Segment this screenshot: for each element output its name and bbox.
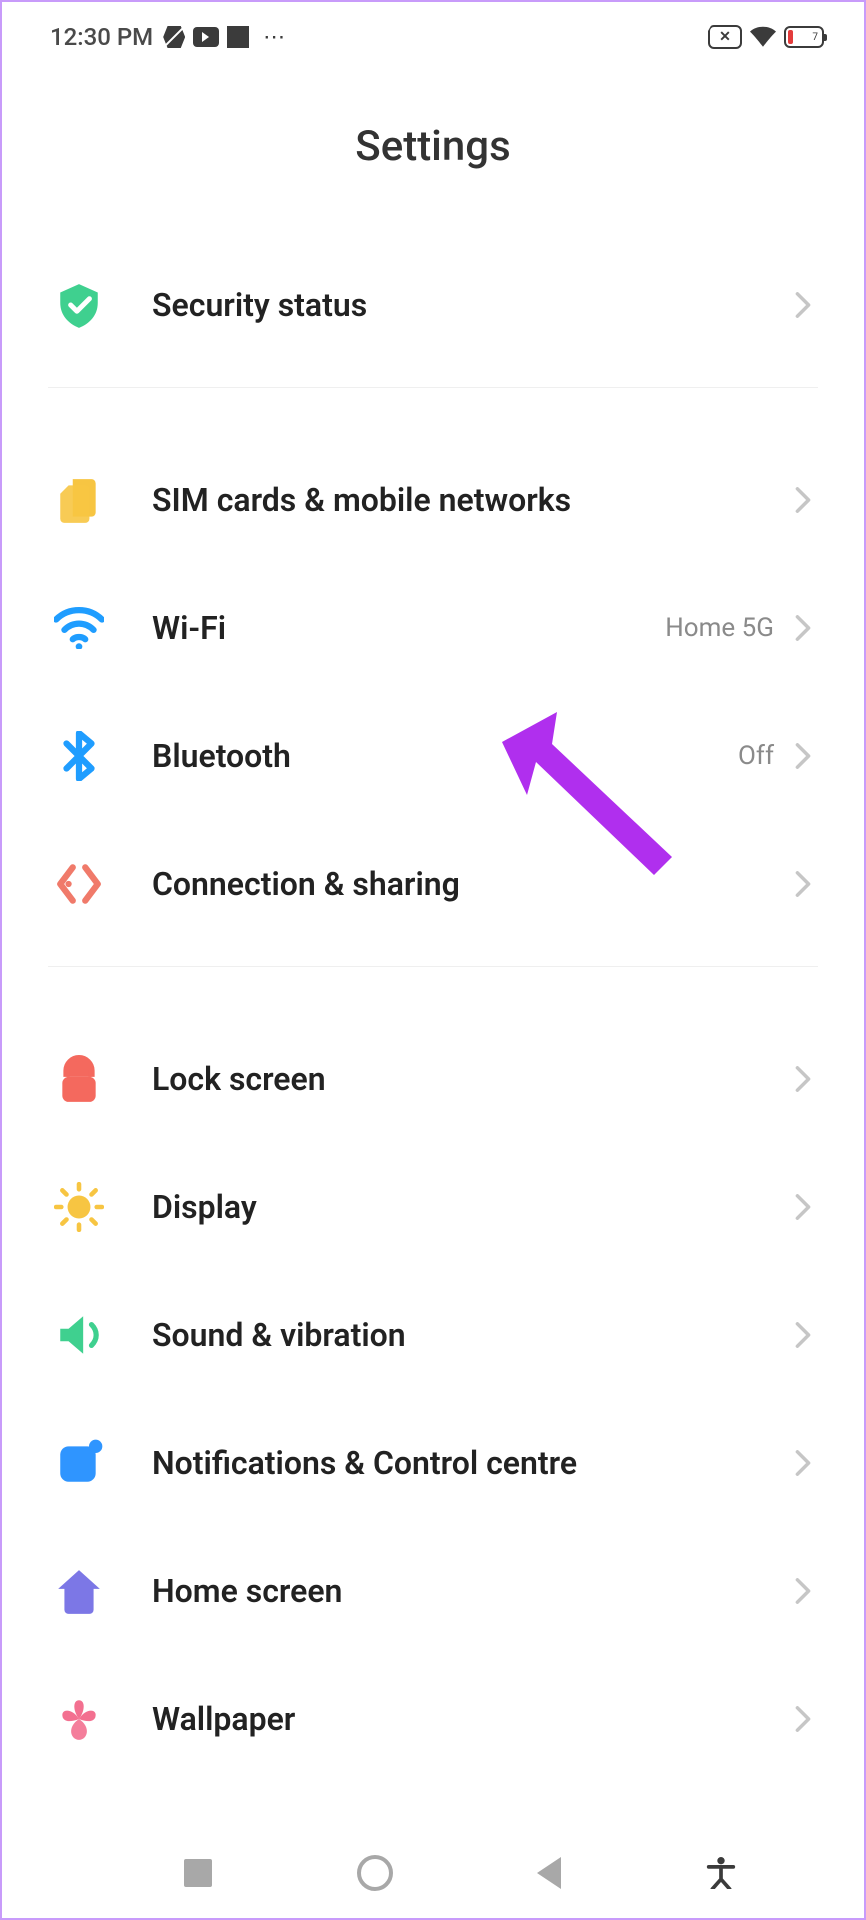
row-value: Home 5G: [665, 613, 774, 643]
row-bluetooth[interactable]: Bluetooth Off: [48, 692, 818, 820]
page-title: Settings: [2, 72, 864, 241]
chevron-right-icon: [794, 1321, 812, 1349]
wifi-icon: [54, 603, 104, 653]
battery-icon: 7: [784, 26, 824, 48]
sim-icon: [54, 475, 104, 525]
row-label: Connection & sharing: [152, 865, 794, 903]
chevron-right-icon: [794, 614, 812, 642]
row-label: Bluetooth: [152, 737, 738, 775]
chevron-right-icon: [794, 486, 812, 514]
chevron-right-icon: [794, 1193, 812, 1221]
row-lock-screen[interactable]: Lock screen: [48, 1015, 818, 1143]
row-label: Sound & vibration: [152, 1316, 794, 1354]
divider: [48, 966, 818, 967]
navigation-bar: [2, 1828, 864, 1918]
row-security-status[interactable]: Security status: [48, 241, 818, 369]
settings-list: Security status SIM cards & mobile netwo…: [2, 241, 864, 1783]
wifi-status-icon: [750, 26, 776, 48]
nav-recent-button[interactable]: [184, 1859, 212, 1887]
row-home-screen[interactable]: Home screen: [48, 1527, 818, 1655]
row-connection-sharing[interactable]: Connection & sharing: [48, 820, 818, 948]
row-label: Security status: [152, 286, 794, 324]
data-transfer-icon: [163, 26, 185, 48]
chevron-right-icon: [794, 1449, 812, 1477]
sun-icon: [54, 1182, 104, 1232]
chevron-right-icon: [794, 870, 812, 898]
row-label: Display: [152, 1188, 794, 1226]
chevron-right-icon: [794, 1577, 812, 1605]
more-notifications-icon: ⋯: [263, 25, 287, 50]
lock-icon: [54, 1054, 104, 1104]
square-dot-icon: [54, 1438, 104, 1488]
row-sim-cards[interactable]: SIM cards & mobile networks: [48, 436, 818, 564]
status-time: 12:30 PM: [50, 23, 153, 51]
shield-check-icon: [54, 280, 104, 330]
status-right-icons: 7: [708, 25, 824, 49]
nav-home-button[interactable]: [357, 1855, 393, 1891]
row-label: Notifications & Control centre: [152, 1444, 794, 1482]
row-value: Off: [738, 741, 774, 771]
square-app-icon: [227, 26, 249, 48]
bluetooth-icon: [54, 731, 104, 781]
row-label: Home screen: [152, 1572, 794, 1610]
nav-back-button[interactable]: [537, 1857, 561, 1889]
chevron-right-icon: [794, 742, 812, 770]
accessibility-icon[interactable]: [706, 1857, 736, 1889]
chevron-right-icon: [794, 1705, 812, 1733]
row-label: Lock screen: [152, 1060, 794, 1098]
flower-icon: [54, 1694, 104, 1744]
row-display[interactable]: Display: [48, 1143, 818, 1271]
home-icon: [54, 1566, 104, 1616]
chevron-right-icon: [794, 291, 812, 319]
share-chevrons-icon: [54, 859, 104, 909]
sim-disabled-icon: [708, 25, 742, 49]
chevron-right-icon: [794, 1065, 812, 1093]
row-wifi[interactable]: Wi-Fi Home 5G: [48, 564, 818, 692]
row-label: Wi-Fi: [152, 609, 665, 647]
row-sound[interactable]: Sound & vibration: [48, 1271, 818, 1399]
status-left-icons: ⋯: [163, 25, 287, 50]
divider: [48, 387, 818, 388]
speaker-icon: [54, 1310, 104, 1360]
youtube-icon: [193, 27, 219, 47]
row-wallpaper[interactable]: Wallpaper: [48, 1655, 818, 1783]
row-notifications[interactable]: Notifications & Control centre: [48, 1399, 818, 1527]
status-bar: 12:30 PM ⋯ 7: [2, 2, 864, 72]
row-label: Wallpaper: [152, 1700, 794, 1738]
row-label: SIM cards & mobile networks: [152, 481, 794, 519]
